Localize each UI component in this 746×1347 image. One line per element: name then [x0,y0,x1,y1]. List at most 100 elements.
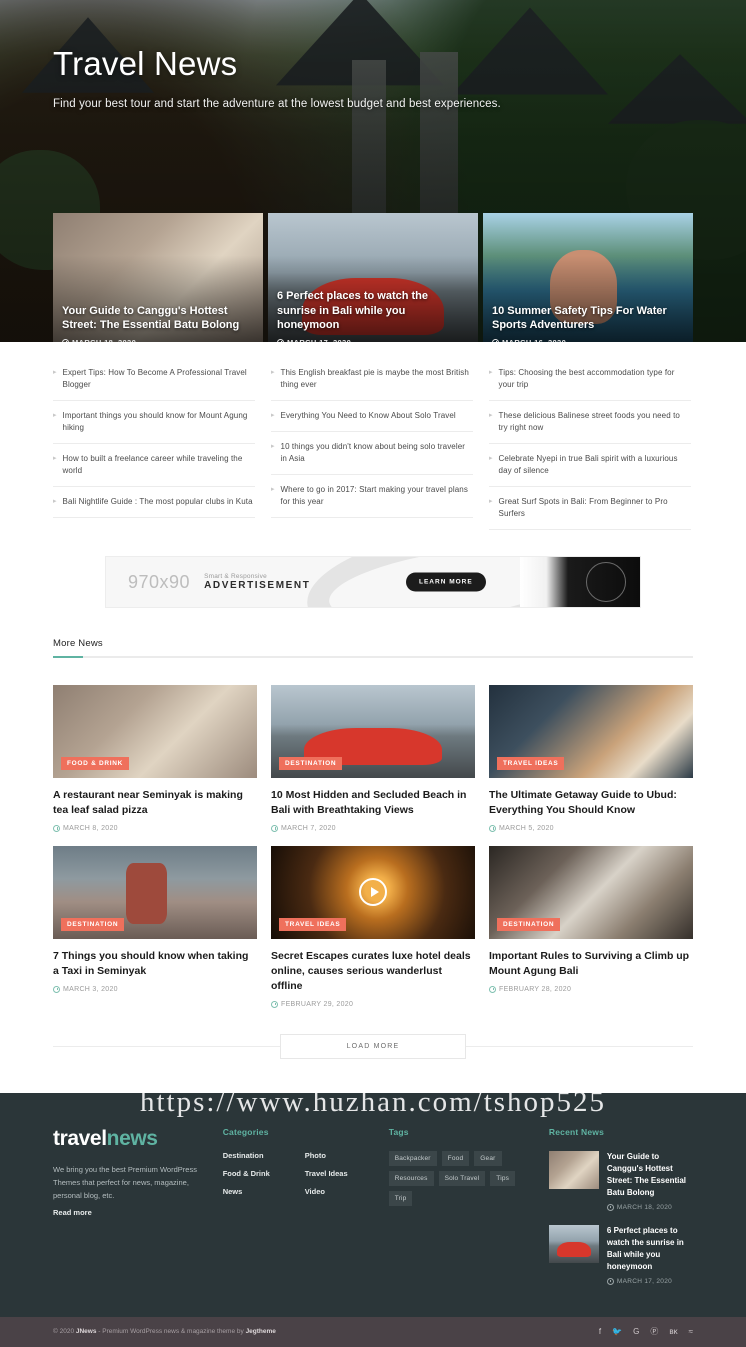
footer-category-link[interactable]: Video [305,1187,371,1196]
news-card[interactable]: TRAVEL IDEAS Secret Escapes curates luxe… [271,845,475,1008]
footer-brand-column: travelnews We bring you the best Premium… [53,1127,205,1299]
news-card-title[interactable]: Important Rules to Surviving a Climb up … [489,949,693,979]
list-item[interactable]: ▸ Bali Nightlife Guide : The most popular… [53,487,255,518]
recent-news-date: MARCH 17, 2020 [606,1277,693,1285]
category-badge[interactable]: DESTINATION [497,917,561,931]
footer-logo[interactable]: travelnews [53,1127,205,1151]
headline-link-lists: ▸ Expert Tips: How To Become A Profession… [53,342,693,530]
chevron-right-icon: ▸ [271,369,275,376]
advertisement-section: 970x90 Smart & Responsive ADVERTISEMENT … [53,556,693,608]
copyright-brand[interactable]: JNews [76,1328,97,1335]
recent-news-item[interactable]: Your Guide to Canggu's Hottest Street: T… [548,1150,693,1211]
hero-card[interactable]: Your Guide to Canggu's Hottest Street: T… [53,213,263,342]
footer-category-link[interactable]: Food & Drink [223,1169,289,1178]
copyright-author[interactable]: Jegtheme [246,1328,276,1335]
hero-card[interactable]: 10 Summer Safety Tips For Water Sports A… [483,213,693,342]
tag-chip[interactable]: Solo Travel [438,1170,486,1186]
ad-banner[interactable]: 970x90 Smart & Responsive ADVERTISEMENT … [105,556,641,608]
copyright-text: © 2020 JNews - Premium WordPress news & … [53,1328,276,1335]
news-card[interactable]: FOOD & DRINK A restaurant near Seminyak … [53,685,257,832]
tag-chip[interactable]: Food [441,1150,470,1166]
facebook-icon[interactable]: f [599,1327,601,1336]
tag-chip[interactable]: Trip [388,1190,413,1206]
hero-card-title[interactable]: Your Guide to Canggu's Hottest Street: T… [62,304,254,333]
list-item[interactable]: ▸ Everything You Need to Know About Solo … [271,401,473,432]
hero-card-title[interactable]: 6 Perfect places to watch the sunrise in… [277,289,469,333]
read-more-link[interactable]: Read more [53,1208,92,1217]
learn-more-button[interactable]: LEARN MORE [406,572,486,592]
list-item[interactable]: ▸ Important things you should know for Mo… [53,401,255,444]
hero-banner: Travel News Find your best tour and star… [0,0,746,342]
footer-category-link[interactable]: News [223,1187,289,1196]
news-card[interactable]: DESTINATION 7 Things you should know whe… [53,845,257,1008]
recent-news-item[interactable]: 6 Perfect places to watch the sunrise in… [548,1224,693,1285]
link-column: ▸ This English breakfast pie is maybe the… [271,358,473,530]
news-card-title[interactable]: 10 Most Hidden and Secluded Beach in Bal… [271,788,475,818]
site-footer: travelnews We bring you the best Premium… [0,1092,746,1347]
news-card[interactable]: DESTINATION 10 Most Hidden and Secluded … [271,685,475,832]
section-header: More News [53,638,693,665]
news-card-date-text: FEBRUARY 29, 2020 [281,1000,354,1008]
hero-card[interactable]: 6 Perfect places to watch the sunrise in… [268,213,478,342]
news-card-title[interactable]: Secret Escapes curates luxe hotel deals … [271,949,475,994]
category-badge[interactable]: DESTINATION [61,917,125,931]
news-card-media[interactable]: TRAVEL IDEAS [271,845,475,939]
load-more-row: LOAD MORE [53,1033,693,1059]
rss-icon[interactable]: ≈ [689,1327,693,1336]
play-icon[interactable] [359,878,387,907]
footer-tags-heading: Tags [388,1126,409,1137]
footer-category-link[interactable]: Destination [223,1151,289,1160]
list-item-label: Tips: Choosing the best accommodation ty… [498,368,675,389]
hero-card-title[interactable]: 10 Summer Safety Tips For Water Sports A… [492,304,684,333]
pinterest-icon[interactable]: Ⓟ [650,1327,658,1336]
hero-card-date: MARCH 16, 2020 [492,338,684,342]
list-item[interactable]: ▸ This English breakfast pie is maybe the… [271,358,473,401]
list-item-label: This English breakfast pie is maybe the … [280,368,469,389]
recent-news-title[interactable]: Your Guide to Canggu's Hottest Street: T… [607,1151,693,1199]
news-card[interactable]: DESTINATION Important Rules to Surviving… [489,845,693,1008]
news-card-title[interactable]: A restaurant near Seminyak is making tea… [53,788,257,818]
list-item[interactable]: ▸ 10 things you didn't know about being s… [271,432,473,475]
tag-chip[interactable]: Backpacker [388,1150,437,1166]
category-badge[interactable]: DESTINATION [279,757,343,770]
list-item[interactable]: ▸ These delicious Balinese street foods y… [489,401,691,444]
category-badge[interactable]: FOOD & DRINK [61,757,130,770]
hero-subtitle: Find your best tour and start the advent… [53,98,501,111]
news-card-title[interactable]: The Ultimate Getaway Guide to Ubud: Ever… [489,788,693,818]
footer-category-link[interactable]: Photo [305,1151,371,1160]
news-card-media[interactable]: DESTINATION [53,845,257,939]
list-item[interactable]: ▸ Great Surf Spots in Bali: From Beginner… [489,487,691,530]
tag-chip[interactable]: Tips [490,1170,516,1186]
tag-chip[interactable]: Gear [474,1150,502,1166]
news-card-media[interactable]: TRAVEL IDEAS [489,685,693,778]
news-card-date: MARCH 3, 2020 [53,985,257,993]
list-item[interactable]: ▸ Celebrate Nyepi in true Bali spirit wit… [489,444,691,487]
list-item[interactable]: ▸ How to built a freelance career while t… [53,444,255,487]
recent-news-title[interactable]: 6 Perfect places to watch the sunrise in… [607,1225,693,1273]
news-card-date: MARCH 8, 2020 [53,824,257,832]
list-item[interactable]: ▸ Where to go in 2017: Start making your … [271,475,473,518]
twitter-icon[interactable]: 🐦 [612,1327,622,1336]
chevron-right-icon: ▸ [271,412,275,419]
google-plus-icon[interactable]: G [633,1327,639,1336]
category-badge[interactable]: TRAVEL IDEAS [279,917,347,931]
news-card-media[interactable]: DESTINATION [271,685,475,778]
chevron-right-icon: ▸ [489,455,493,462]
news-card[interactable]: TRAVEL IDEAS The Ultimate Getaway Guide … [489,685,693,832]
clock-icon [489,824,496,832]
vk-icon[interactable]: ʙĸ [669,1327,677,1336]
news-card-media[interactable]: DESTINATION [489,845,693,939]
chevron-right-icon: ▸ [271,443,275,450]
list-item[interactable]: ▸ Expert Tips: How To Become A Profession… [53,358,255,401]
list-item[interactable]: ▸ Tips: Choosing the best accommodation t… [489,358,691,401]
copyright-prefix: © 2020 [53,1328,76,1336]
category-badge[interactable]: TRAVEL IDEAS [497,757,565,770]
recent-news-body: Your Guide to Canggu's Hottest Street: T… [606,1151,693,1211]
section-divider [53,656,693,658]
load-more-button[interactable]: LOAD MORE [280,1033,466,1059]
tag-chip[interactable]: Resources [388,1170,434,1186]
news-card-title[interactable]: 7 Things you should know when taking a T… [53,949,257,979]
hero-featured-cards: Your Guide to Canggu's Hottest Street: T… [53,213,693,342]
news-card-media[interactable]: FOOD & DRINK [53,685,257,778]
footer-category-link[interactable]: Travel Ideas [305,1169,371,1178]
